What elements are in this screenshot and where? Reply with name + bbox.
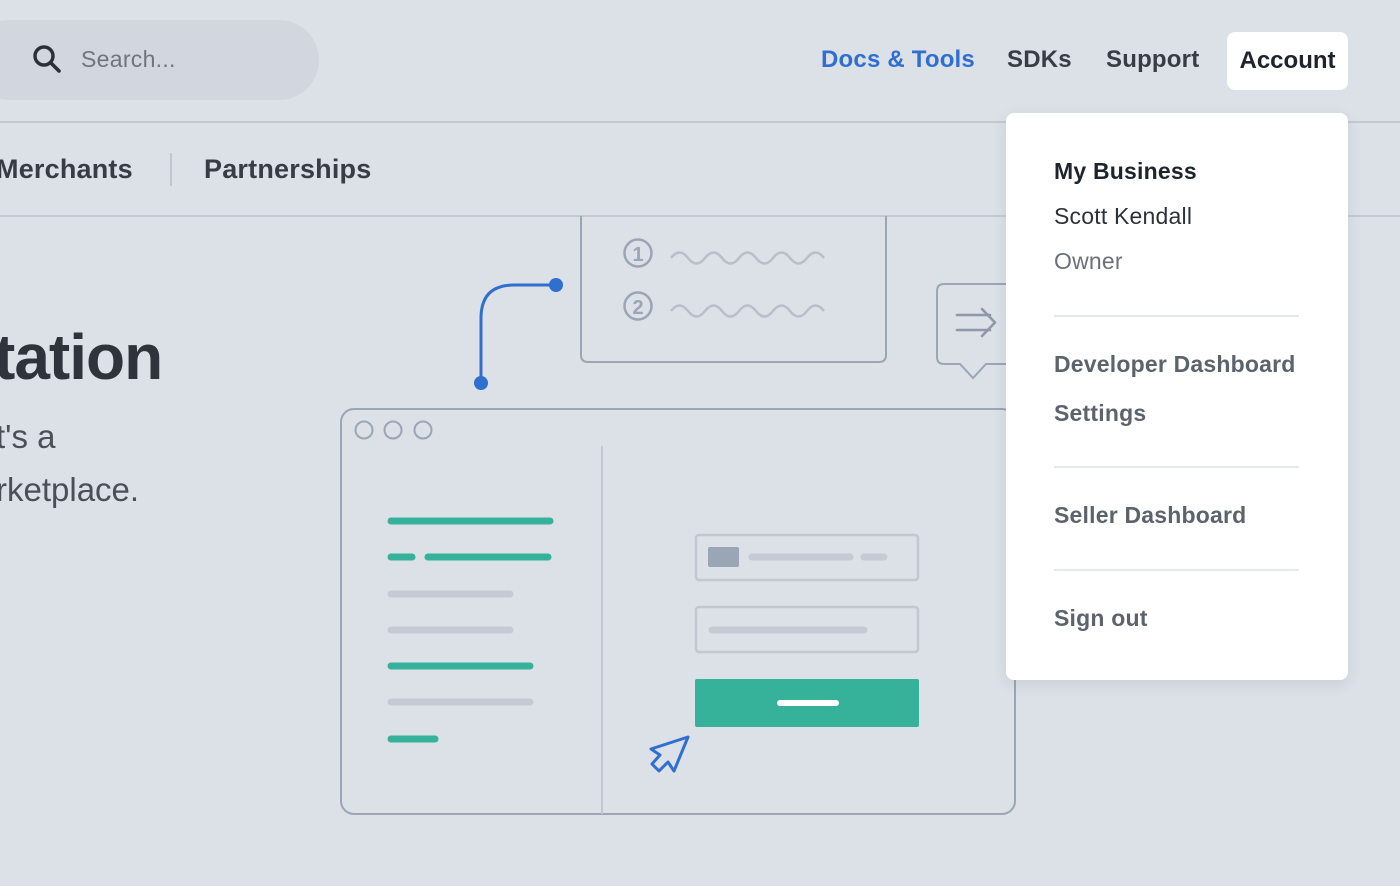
connector-line <box>479 283 556 383</box>
menu-settings[interactable]: Settings <box>1054 400 1146 427</box>
account-dropdown-menu: My Business Scott Kendall Owner Develope… <box>1006 113 1348 680</box>
card-icon <box>708 547 739 567</box>
step-2-squiggle <box>670 304 825 318</box>
connector-dot-start <box>474 376 488 390</box>
menu-business-name: My Business <box>1054 158 1197 184</box>
browser-window <box>340 408 1016 815</box>
menu-divider <box>1054 569 1299 571</box>
menu-developer-dashboard[interactable]: Developer Dashboard <box>1054 351 1296 378</box>
window-dot-2 <box>383 420 403 440</box>
step-2-number: 2 <box>632 297 643 319</box>
menu-seller-dashboard[interactable]: Seller Dashboard <box>1054 502 1246 529</box>
connector-dot-end <box>549 278 563 292</box>
step-1-number: 1 <box>632 244 643 266</box>
menu-sign-out[interactable]: Sign out <box>1054 605 1148 632</box>
menu-divider <box>1054 466 1299 468</box>
redirect-bubble <box>936 283 1006 380</box>
menu-user-name: Scott Kendall <box>1054 203 1193 229</box>
steps-card: 1 2 <box>580 216 887 363</box>
window-dot-1 <box>354 420 374 440</box>
window-dot-3 <box>413 420 433 440</box>
menu-divider <box>1054 315 1299 317</box>
arrow-right-icon <box>955 307 997 338</box>
cursor-icon <box>649 735 690 773</box>
step-1-squiggle <box>670 251 825 265</box>
menu-user-role: Owner <box>1054 248 1123 274</box>
